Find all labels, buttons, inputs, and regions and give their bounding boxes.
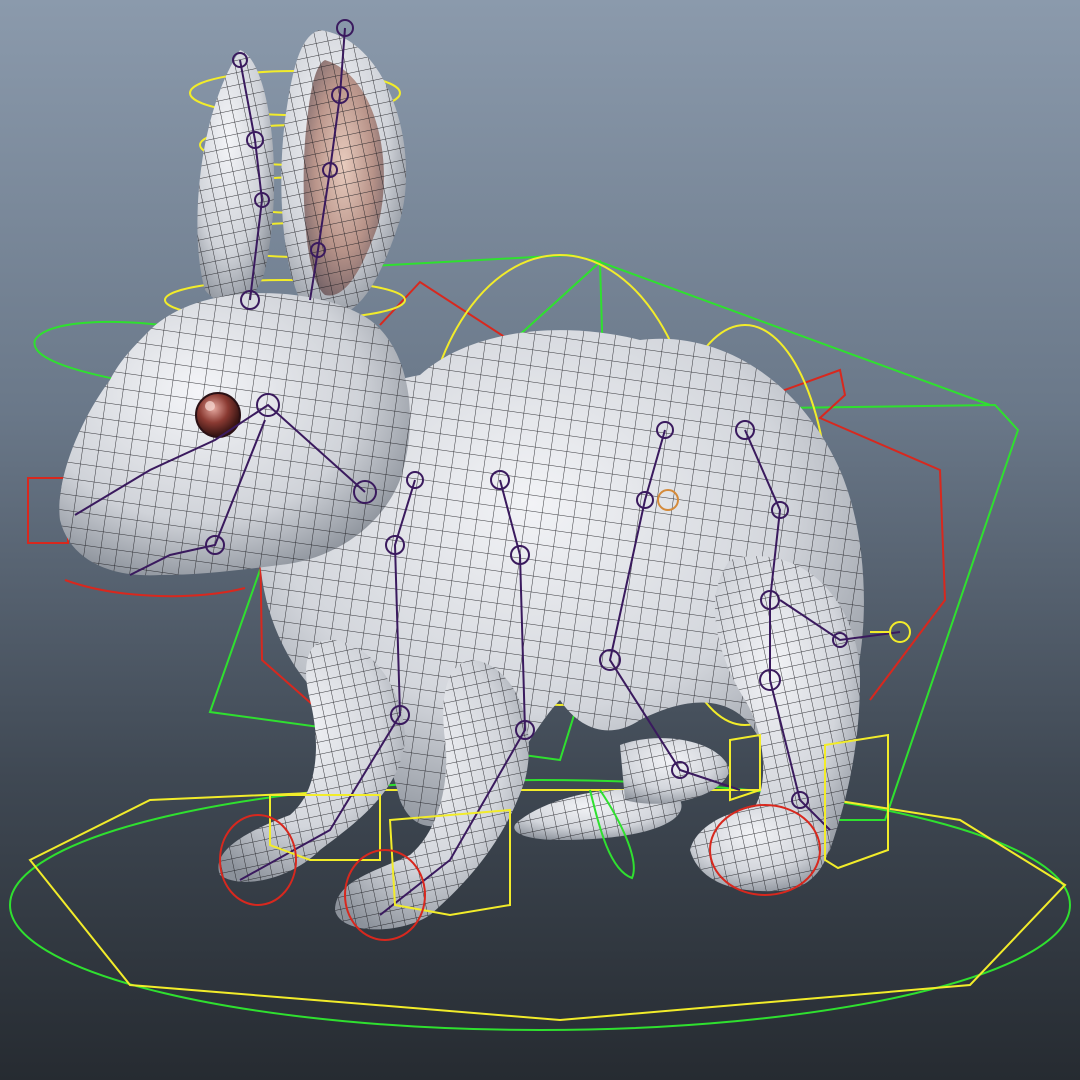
scene-canvas[interactable] (0, 0, 1080, 1080)
jaw-control[interactable] (64, 579, 246, 598)
front-left-leg-mesh (218, 640, 405, 882)
head-wireframe (59, 293, 411, 576)
3d-viewport[interactable] (0, 0, 1080, 1080)
eye-highlight (205, 401, 215, 411)
far-front-foot-mesh (620, 738, 730, 804)
front-legs[interactable] (218, 640, 529, 930)
right-ear-mesh (281, 30, 407, 320)
left-ear-mesh (197, 50, 275, 304)
rabbit-head[interactable] (59, 293, 411, 576)
ears[interactable] (197, 30, 407, 320)
eye (195, 392, 241, 438)
